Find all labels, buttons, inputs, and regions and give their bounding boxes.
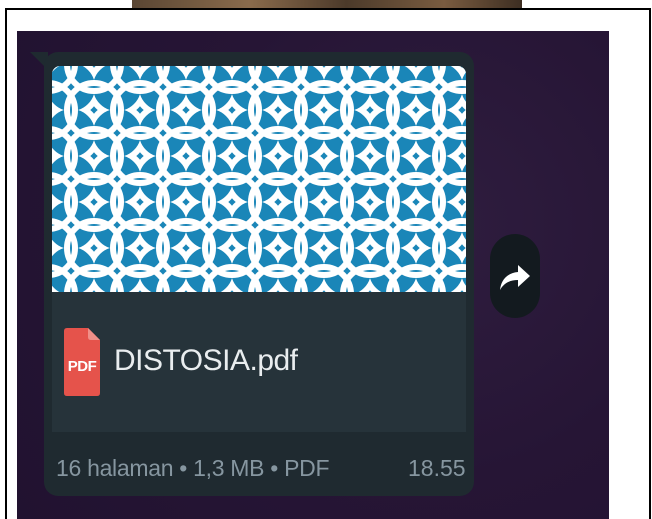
file-info-row[interactable]: PDF DISTOSIA.pdf <box>52 292 466 432</box>
message-time: 18.55 <box>408 455 466 481</box>
forward-icon <box>500 265 530 290</box>
forward-button[interactable] <box>490 234 540 318</box>
pdf-badge-label: PDF <box>67 358 97 375</box>
pdf-icon: PDF <box>64 328 100 396</box>
document-thumbnail[interactable] <box>52 66 466 292</box>
file-meta: 16 halaman • 1,3 MB • PDF <box>56 455 330 481</box>
file-name: DISTOSIA.pdf <box>114 344 298 377</box>
